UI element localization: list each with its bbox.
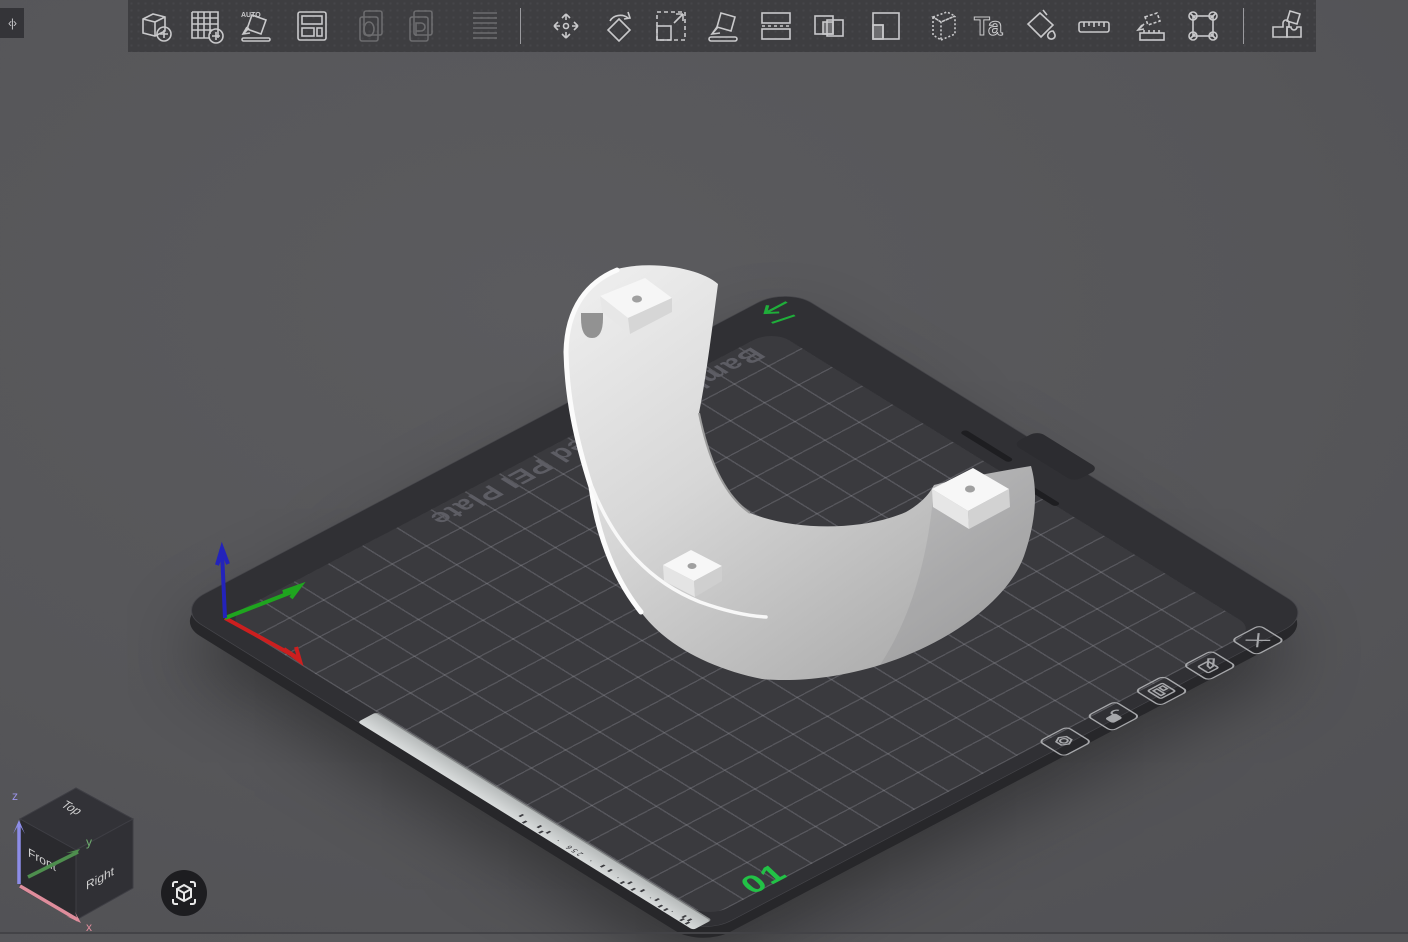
split-to-objects-icon[interactable] [810,7,848,45]
fit-view-button[interactable] [160,869,208,917]
split-to-parts-icon[interactable] [865,7,903,45]
paste-icon[interactable] [403,7,441,45]
arrange-icon[interactable] [293,7,331,45]
instances-icon[interactable] [465,7,503,45]
z-axis-arrow [217,548,228,565]
lay-on-face-icon[interactable] [705,7,743,45]
variable-layer-height-icon[interactable] [925,7,963,45]
cut-icon[interactable] [757,7,795,45]
main-toolbar: AUTO Ta [128,0,1316,52]
nav-z-axis-label: z [12,789,18,803]
text-tool-icon[interactable]: Ta [970,7,1008,45]
collapse-sidebar-toggle[interactable]: ‹|› [0,8,24,38]
nav-x-axis-label: x [86,920,92,932]
auto-orient-icon[interactable]: AUTO [238,7,276,45]
nav-y-axis-label: y [86,835,92,849]
toolbar-separator [1243,8,1244,44]
plugin-puzzle-icon[interactable] [1268,7,1306,45]
svg-text:Ta: Ta [974,11,1003,41]
add-plate-icon[interactable] [187,7,225,45]
support-paint-icon[interactable] [1132,7,1170,45]
color-paint-icon[interactable] [1022,7,1060,45]
copy-icon[interactable] [353,7,391,45]
move-icon[interactable] [547,7,585,45]
rotate-icon[interactable] [600,7,638,45]
navigation-cube: Top Front Right z y x [2,780,152,932]
scale-icon[interactable] [652,7,690,45]
measure-icon[interactable] [1075,7,1113,45]
toolbar-separator [520,8,521,44]
seam-paint-icon[interactable] [1184,7,1222,45]
add-model-icon[interactable] [137,7,175,45]
